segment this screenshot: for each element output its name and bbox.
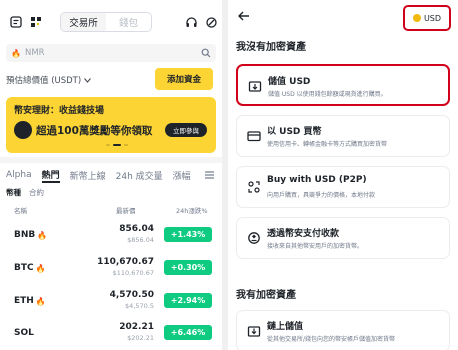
option-desc: 接收來自其他幣安用戶的加密貨幣。 xyxy=(267,243,364,250)
currency-label: USD xyxy=(423,13,442,23)
gift-icon xyxy=(14,121,32,139)
estimated-value-label: 預估總價值 (USDT) xyxy=(6,76,82,86)
option-desc: 向用戶購買，具競爭力的價格，本地付款 xyxy=(267,192,376,199)
fire-icon: 🔥 xyxy=(37,230,48,240)
more-tabs-icon[interactable] xyxy=(202,168,216,182)
tab-coins[interactable]: 幣種 xyxy=(6,187,21,198)
coin-price: 4,570.50 xyxy=(109,290,154,300)
section-title-have-crypto: 我有加密資產 xyxy=(236,290,296,301)
sub-tabs: 幣種 合約 xyxy=(6,187,44,198)
tab-gainers[interactable]: 漲幅 xyxy=(173,169,191,182)
tab-new-listing[interactable]: 新幣上線 xyxy=(70,169,106,182)
table-row[interactable]: ETH 🔥 4,570.50 $4,570.5 +2.94% xyxy=(6,286,216,318)
p2p-icon xyxy=(246,179,262,195)
tab-wallet[interactable]: 錢包 xyxy=(106,13,151,31)
option-title: 以 USD 買幣 xyxy=(267,127,322,137)
search-input[interactable]: 🔥 NMR xyxy=(6,44,216,62)
link-icon[interactable] xyxy=(203,14,219,30)
exchange-wallet-toggle: 交易所 錢包 xyxy=(60,12,152,32)
option-title: 儲值 USD xyxy=(268,77,311,87)
menu-icon[interactable] xyxy=(8,14,24,30)
coin-fiat-price: $4,570.5 xyxy=(125,302,154,310)
coin-change-badge: +2.94% xyxy=(164,293,212,308)
section-gap xyxy=(0,157,222,163)
deposit-usd-option[interactable]: 儲值 USD 儲值 USD 以使用錢包餘額或現貨進行購買。 xyxy=(236,64,450,106)
header-change: 24h漲跌% xyxy=(176,207,208,215)
option-title: Buy with USD (P2P) xyxy=(267,175,367,185)
promo-banner[interactable]: 幣安理財：收益錢技場 超過100萬獎勵等你領取 立即參與 xyxy=(6,97,216,153)
coin-symbol: BTC xyxy=(14,263,34,273)
option-desc: 使用信用卡、轉帳金融卡等方式購買加密貨幣 xyxy=(267,141,388,148)
binance-pay-option[interactable]: 透過幣安支付收款 接收來自其他幣安用戶的加密貨幣。 xyxy=(236,217,450,259)
credit-card-icon xyxy=(246,128,262,144)
search-icon[interactable] xyxy=(201,48,211,58)
option-desc: 儲值 USD 以使用錢包餘額或現貨進行購買。 xyxy=(268,91,387,98)
chevron-down-icon xyxy=(84,77,92,83)
top-bar: 交易所 錢包 xyxy=(0,10,222,34)
qr-icon[interactable] xyxy=(28,14,44,30)
table-row[interactable]: BNB 🔥 856.04 $856.04 +1.43% xyxy=(6,220,216,252)
search-placeholder: NMR xyxy=(24,48,45,58)
option-desc: 從其他交易所/錢包向您的幣安帳戶儲值加密貨幣 xyxy=(267,336,396,343)
banner-join-button[interactable]: 立即參與 xyxy=(165,123,207,137)
bank-icon xyxy=(247,78,263,94)
coin-price: 110,670.67 xyxy=(97,257,154,267)
coin-symbol: ETH xyxy=(14,296,34,306)
coin-price: 856.04 xyxy=(119,224,154,234)
coin-change-badge: +0.30% xyxy=(164,260,212,275)
app-root: 交易所 錢包 🔥 NMR 預估總價值 (USDT) 添加資金 幣安理財：收益錢技… xyxy=(0,0,458,350)
tab-volume[interactable]: 24h 成交量 xyxy=(116,169,163,182)
coin-fiat-price: $856.04 xyxy=(127,236,154,244)
option-title: 鏈上儲值 xyxy=(267,322,304,332)
coin-change-badge: +1.43% xyxy=(164,227,212,242)
coin-fiat-price: $110,670.67 xyxy=(112,269,154,277)
tab-hot[interactable]: 熱門 xyxy=(41,168,60,183)
header-price: 最新價 xyxy=(116,207,136,215)
banner-headline: 超過100萬獎勵等你領取 xyxy=(36,125,153,137)
table-row[interactable]: SOL 202.21 $202.21 +6.46% xyxy=(6,318,216,350)
download-icon xyxy=(246,323,262,339)
estimated-value[interactable]: 預估總價值 (USDT) xyxy=(6,74,92,86)
coin-price: 202.21 xyxy=(119,322,154,332)
buy-p2p-option[interactable]: Buy with USD (P2P) 向用戶購買，具競爭力的價格，本地付款 xyxy=(236,166,450,208)
coin-icon xyxy=(412,14,421,22)
banner-title: 幣安理財：收益錢技場 xyxy=(14,106,105,116)
headset-icon[interactable] xyxy=(183,14,199,30)
add-funds-pane: USD 我沒有加密資產 儲值 USD 儲值 USD 以使用錢包餘額或現貨進行購買… xyxy=(228,0,458,350)
option-title: 透過幣安支付收款 xyxy=(267,229,340,239)
fire-icon: 🔥 xyxy=(35,263,46,273)
back-arrow-icon[interactable] xyxy=(236,8,252,24)
onchain-deposit-option[interactable]: 鏈上儲值 從其他交易所/錢包向您的幣安帳戶儲值加密貨幣 xyxy=(236,310,450,350)
pay-icon xyxy=(246,230,262,246)
table-row[interactable]: BTC 🔥 110,670.67 $110,670.67 +0.30% xyxy=(6,253,216,285)
home-pane: 交易所 錢包 🔥 NMR 預估總價值 (USDT) 添加資金 幣安理財：收益錢技… xyxy=(0,0,222,350)
buy-with-usd-option[interactable]: 以 USD 買幣 使用信用卡、轉帳金融卡等方式購買加密貨幣 xyxy=(236,115,450,157)
coin-change-badge: +6.46% xyxy=(164,325,212,340)
coin-symbol: SOL xyxy=(14,328,34,338)
fire-icon: 🔥 xyxy=(11,48,21,58)
carousel-dots xyxy=(106,144,128,146)
tab-alpha[interactable]: Alpha xyxy=(6,170,32,180)
add-funds-button[interactable]: 添加資金 xyxy=(155,68,213,90)
coin-symbol: BNB xyxy=(14,230,36,240)
fire-icon: 🔥 xyxy=(35,296,46,306)
section-title-no-crypto: 我沒有加密資產 xyxy=(236,42,306,53)
currency-selector[interactable]: USD xyxy=(403,5,451,31)
tab-exchange[interactable]: 交易所 xyxy=(61,13,106,31)
tab-futures[interactable]: 合約 xyxy=(29,187,44,198)
header-name: 名稱 xyxy=(14,207,27,215)
market-tabs: Alpha 熱門 新幣上線 24h 成交量 漲幅 xyxy=(6,168,216,183)
coin-fiat-price: $202.21 xyxy=(127,334,154,342)
